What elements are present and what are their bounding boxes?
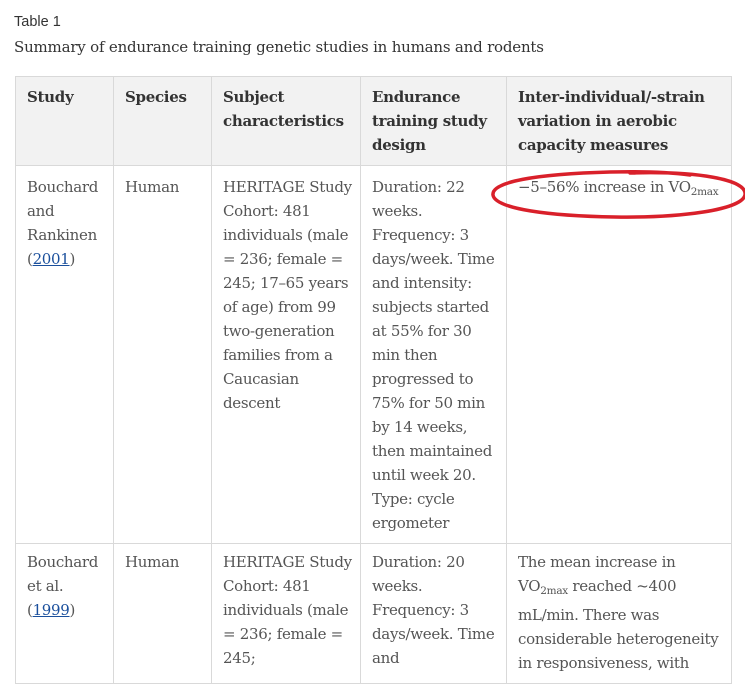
study-close: ) [69,601,76,619]
reference-link[interactable]: 2001 [33,250,70,268]
reference-link[interactable]: 1999 [33,601,70,619]
cell-subjects: HERITAGE Study Cohort: 481 individuals (… [211,543,361,684]
table-label: Table 1 [14,14,61,30]
table-row: Bouchard and Rankinen (2001) Human HERIT… [15,165,732,544]
cell-species: Human [113,165,212,544]
table-header-row: Study Species Subject characteristics En… [15,76,732,166]
table-caption: Summary of endurance training genetic st… [14,38,544,56]
cell-study: Bouchard and Rankinen (2001) [15,165,114,544]
cell-variation: The mean increase in VO2max reached ~400… [506,543,732,684]
table-row: Bouchard et al. (1999) Human HERITAGE St… [15,543,732,684]
study-close: ) [69,250,76,268]
cell-design: Duration: 20 weeks. Frequency: 3 days/we… [360,543,507,684]
header-species: Species [113,76,212,166]
cell-subjects: HERITAGE Study Cohort: 481 individuals (… [211,165,361,544]
variation-text: −5–56% increase in VO [518,178,691,196]
summary-table: Study Species Subject characteristics En… [15,76,732,684]
cell-design: Duration: 22 weeks. Frequency: 3 days/we… [360,165,507,544]
header-study: Study [15,76,114,166]
cell-variation: −5–56% increase in VO2max [506,165,732,544]
variation-subscript: 2max [690,186,719,198]
header-subject-characteristics: Subject characteristics [211,76,361,166]
header-variation: Inter-individual/-strain variation in ae… [506,76,732,166]
header-training-design: Endurance training study design [360,76,507,166]
cell-species: Human [113,543,212,684]
cell-study: Bouchard et al. (1999) [15,543,114,684]
variation-subscript: 2max [540,585,568,597]
